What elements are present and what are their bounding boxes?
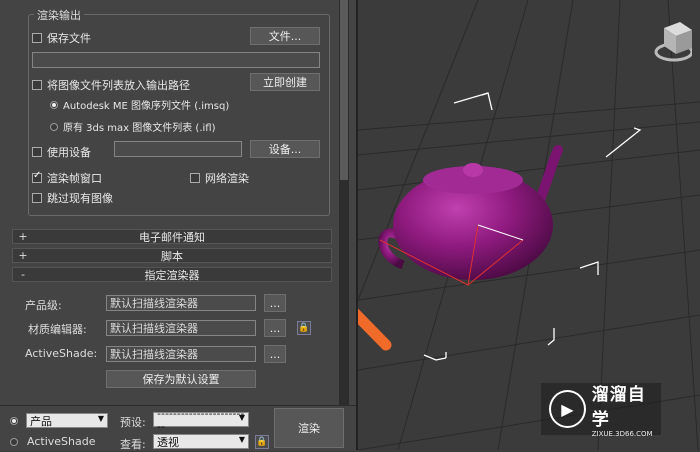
activeshade-mode-radio[interactable] [10,438,18,446]
skip-existing-label: 跳过现有图像 [47,192,113,205]
dropdown-arrow-icon: ▼ [238,435,245,444]
save-as-default-button[interactable]: 保存为默认设置 [106,370,256,388]
rollout-email-title: 电子邮件通知 [139,230,205,244]
preset-value: ------------------------ [157,406,245,433]
pointer-arrow-icon [358,308,392,351]
render-setup-panel: 渲染输出 保存文件 文件... 将图像文件列表放入输出路径 立即创建 Autod… [0,0,358,451]
add-to-output-path-checkbox[interactable] [32,80,42,90]
production-browse-button[interactable]: ... [264,294,286,312]
panel-scrollbar-thumb[interactable] [340,0,348,180]
files-button[interactable]: 文件... [250,27,320,45]
rollout-scripts-title: 脚本 [161,249,183,263]
production-mode-radio[interactable] [10,417,18,425]
bottom-toolbar: 产品 ▼ ActiveShade 预设: -------------------… [0,405,356,451]
production-label: 产品级: [25,299,62,312]
render-frame-window-checkbox[interactable] [32,170,42,183]
collapse-icon: - [21,268,25,281]
watermark-logo-icon: ▶ [549,390,586,428]
production-renderer-field: 默认扫描线渲染器 [106,295,256,311]
render-frame-window-row: 渲染帧窗口 [32,170,102,186]
use-device-checkbox[interactable] [32,147,42,157]
watermark-url: ZIXUE.3D66.COM [591,430,653,438]
material-editor-browse-button[interactable]: ... [264,319,286,337]
lock-icon[interactable]: 🔒 [297,321,311,335]
save-file-checkbox[interactable] [32,33,42,43]
net-render-row: 网络渲染 [190,170,249,186]
render-button[interactable]: 渲染 [274,408,344,448]
view-dropdown[interactable]: 透视 ▼ [153,434,249,449]
add-to-output-path-row: 将图像文件列表放入输出路径 [32,77,190,93]
preset-label: 预设: [120,416,146,429]
rollout-email[interactable]: + 电子邮件通知 [12,229,332,244]
skip-existing-row: 跳过现有图像 [32,190,113,206]
rollout-assign-renderer[interactable]: - 指定渲染器 [12,267,332,282]
save-file-row: 保存文件 [32,30,91,46]
rollout-assign-renderer-title: 指定渲染器 [144,268,200,282]
production-mode-dropdown[interactable]: 产品 ▼ [26,413,108,428]
render-frame-window-label: 渲染帧窗口 [47,172,102,185]
watermark-name: 溜溜自学 [591,385,646,430]
net-render-checkbox[interactable] [190,173,200,183]
viewcube-icon[interactable] [652,8,692,64]
activeshade-browse-button[interactable]: ... [264,345,286,363]
create-now-button[interactable]: 立即创建 [250,73,320,91]
add-to-output-path-label: 将图像文件列表放入输出路径 [47,79,190,92]
activeshade-label: ActiveShade: [25,347,98,360]
activeshade-mode-label: ActiveShade [27,435,96,448]
expand-icon: + [18,230,28,243]
dropdown-arrow-icon: ▼ [238,413,245,422]
ifl-label: 原有 3ds max 图像文件列表 (.ifl) [63,123,216,134]
skip-existing-checkbox[interactable] [32,193,42,203]
device-field[interactable] [114,141,242,157]
expand-icon: + [18,249,28,262]
material-editor-renderer-field: 默认扫描线渲染器 [106,320,256,336]
net-render-label: 网络渲染 [205,172,249,185]
watermark: ▶ 溜溜自学 ZIXUE.3D66.COM [541,380,661,438]
material-editor-label: 材质编辑器: [28,323,87,336]
activeshade-renderer-field: 默认扫描线渲染器 [106,346,256,362]
imsq-radio[interactable] [50,100,58,109]
devices-button[interactable]: 设备... [250,140,320,158]
output-path-field[interactable] [32,52,320,68]
ifl-radio[interactable] [50,122,58,131]
render-output-title: 渲染输出 [34,7,84,23]
preset-dropdown[interactable]: ------------------------ ▼ [153,407,249,433]
production-mode-value: 产品 [30,414,52,428]
save-file-label: 保存文件 [47,32,91,45]
imsq-label: Autodesk ME 图像序列文件 (.imsq) [63,101,230,112]
rollout-scripts[interactable]: + 脚本 [12,248,332,263]
use-device-label: 使用设备 [47,146,91,159]
imsq-row: Autodesk ME 图像序列文件 (.imsq) [50,97,229,112]
watermark-text: 溜溜自学 ZIXUE.3D66.COM [592,380,661,438]
ifl-row: 原有 3ds max 图像文件列表 (.ifl) [50,119,215,134]
view-value: 透视 [157,435,179,449]
view-lock-icon[interactable]: 🔒 [255,435,269,449]
dropdown-arrow-icon: ▼ [97,414,104,423]
use-device-row: 使用设备 [32,144,91,160]
